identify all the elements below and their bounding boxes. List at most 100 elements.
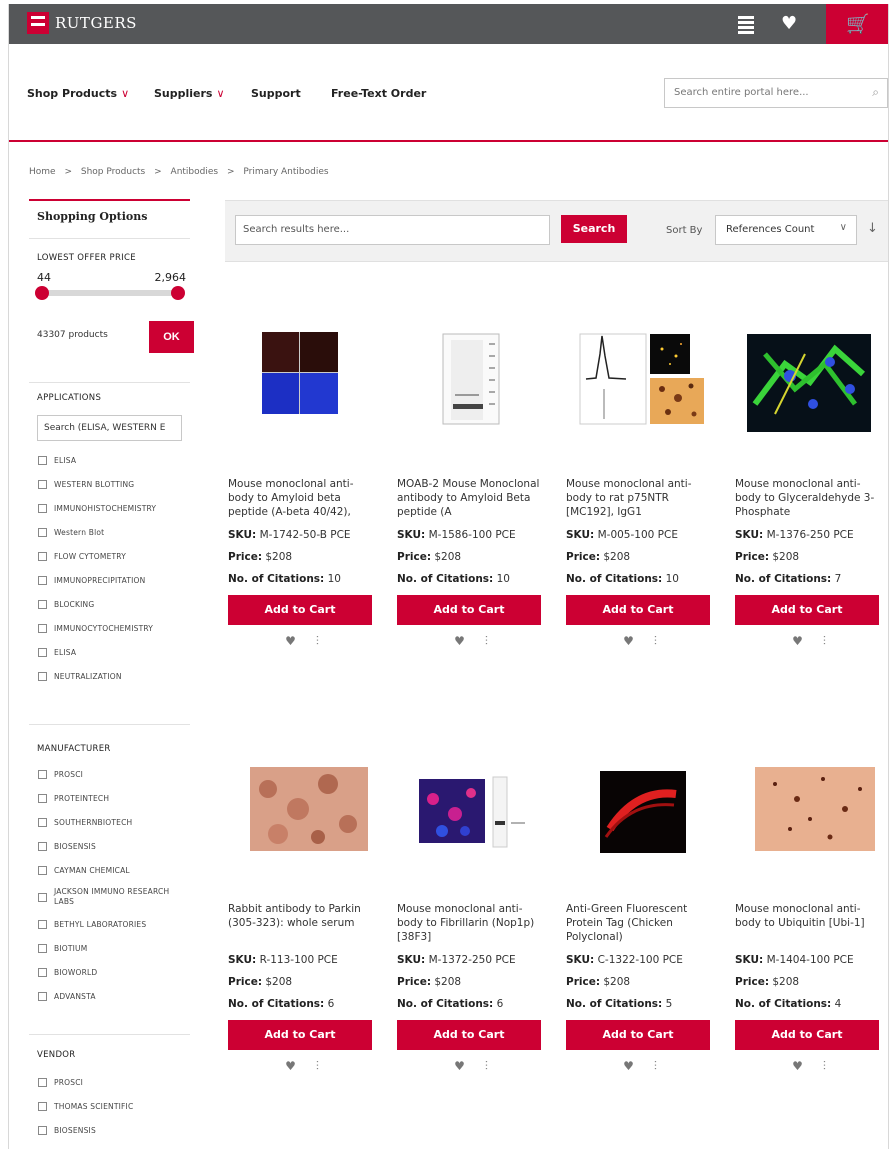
- applications-checkbox-row[interactable]: Western Blot: [29, 520, 190, 544]
- manufacturer-checkbox-row[interactable]: BIOSENSIS: [29, 834, 190, 858]
- price-slider-max-handle[interactable]: [171, 286, 185, 300]
- checkbox[interactable]: [38, 455, 47, 465]
- manufacturer-checkbox-row[interactable]: BETHYL LABORATORIES: [29, 912, 190, 936]
- applications-checkbox-row[interactable]: FLOW CYTOMETRY: [29, 544, 190, 568]
- checkbox[interactable]: [38, 575, 47, 585]
- checkbox[interactable]: [38, 769, 47, 779]
- add-to-cart-button[interactable]: Add to Cart: [228, 1020, 372, 1050]
- manufacturer-checkbox-row[interactable]: ADVANSTA: [29, 984, 190, 1008]
- compare-chart-icon[interactable]: ⫶: [485, 1059, 488, 1073]
- checkbox[interactable]: [38, 892, 47, 902]
- product-name-link[interactable]: Mouse monoclonal anti-body to Fibrillari…: [397, 902, 545, 948]
- applications-checkbox-row[interactable]: ELISA: [29, 448, 190, 472]
- add-to-cart-button[interactable]: Add to Cart: [566, 595, 710, 625]
- search-icon[interactable]: ⌕: [872, 85, 879, 100]
- vendor-checkbox-row[interactable]: PROSCI: [29, 1070, 190, 1094]
- checkbox[interactable]: [38, 865, 47, 875]
- checkbox[interactable]: [38, 841, 47, 851]
- list-icon[interactable]: [736, 14, 756, 34]
- checkbox[interactable]: [38, 1125, 47, 1135]
- product-name-link[interactable]: Mouse monoclonal anti-body to Ubiquitin …: [735, 902, 883, 948]
- applications-checkbox-row[interactable]: WESTERN BLOTTING: [29, 472, 190, 496]
- wishlist-heart-icon[interactable]: ♥: [454, 634, 465, 648]
- wishlist-heart-icon[interactable]: ♥: [781, 14, 801, 34]
- nav-support[interactable]: Support: [251, 87, 301, 100]
- compare-chart-icon[interactable]: ⫶: [316, 634, 319, 648]
- product-image[interactable]: [397, 719, 545, 869]
- nav-shop-products[interactable]: Shop Products ∨: [27, 87, 129, 100]
- applications-checkbox-row[interactable]: IMMUNOHISTOCHEMISTRY: [29, 496, 190, 520]
- wishlist-heart-icon[interactable]: ♥: [454, 1059, 465, 1073]
- applications-checkbox-row[interactable]: IMMUNOPRECIPITATION: [29, 568, 190, 592]
- product-name-link[interactable]: Mouse monoclonal anti-body to Amyloid be…: [228, 477, 376, 523]
- checkbox[interactable]: [38, 671, 47, 681]
- vendor-checkbox-row[interactable]: BIOSENSIS: [29, 1118, 190, 1142]
- price-slider-min-handle[interactable]: [35, 286, 49, 300]
- checkbox[interactable]: [38, 793, 47, 803]
- compare-chart-icon[interactable]: ⫶: [823, 634, 826, 648]
- checkbox[interactable]: [38, 623, 47, 633]
- wishlist-heart-icon[interactable]: ♥: [623, 1059, 634, 1073]
- checkbox[interactable]: [38, 991, 47, 1001]
- compare-chart-icon[interactable]: ⫶: [654, 1059, 657, 1073]
- product-name-link[interactable]: Rabbit antibody to Parkin (305-323): who…: [228, 902, 376, 948]
- add-to-cart-button[interactable]: Add to Cart: [228, 595, 372, 625]
- checkbox[interactable]: [38, 551, 47, 561]
- product-image[interactable]: [735, 719, 883, 869]
- compare-chart-icon[interactable]: ⫶: [823, 1059, 826, 1073]
- add-to-cart-button[interactable]: Add to Cart: [566, 1020, 710, 1050]
- applications-checkbox-row[interactable]: IMMUNOCYTOCHEMISTRY: [29, 616, 190, 640]
- rutgers-logo[interactable]: RUTGERS: [27, 12, 137, 34]
- add-to-cart-button[interactable]: Add to Cart: [397, 1020, 541, 1050]
- wishlist-heart-icon[interactable]: ♥: [285, 634, 296, 648]
- checkbox[interactable]: [38, 817, 47, 827]
- product-name-link[interactable]: Mouse monoclonal anti-body to Glyceralde…: [735, 477, 883, 523]
- breadcrumb-shop-products[interactable]: Shop Products: [81, 167, 145, 177]
- checkbox[interactable]: [38, 1077, 47, 1087]
- sort-direction-arrow-icon[interactable]: ↓: [867, 221, 878, 236]
- checkbox[interactable]: [38, 1101, 47, 1111]
- price-ok-button[interactable]: OK: [149, 321, 194, 353]
- add-to-cart-button[interactable]: Add to Cart: [735, 1020, 879, 1050]
- checkbox[interactable]: [38, 503, 47, 513]
- manufacturer-checkbox-row[interactable]: JACKSON IMMUNO RESEARCH LABS: [29, 882, 190, 912]
- breadcrumb-antibodies[interactable]: Antibodies: [171, 167, 219, 177]
- checkbox[interactable]: [38, 943, 47, 953]
- checkbox[interactable]: [38, 479, 47, 489]
- product-name-link[interactable]: Anti-Green Fluorescent Protein Tag (Chic…: [566, 902, 714, 948]
- checkbox[interactable]: [38, 967, 47, 977]
- wishlist-heart-icon[interactable]: ♥: [792, 634, 803, 648]
- product-name-link[interactable]: Mouse monoclonal anti-body to rat p75NTR…: [566, 477, 714, 523]
- portal-search-input[interactable]: Search entire portal here... ⌕: [664, 78, 888, 108]
- product-image[interactable]: [397, 294, 545, 444]
- manufacturer-checkbox-row[interactable]: CAYMAN CHEMICAL: [29, 858, 190, 882]
- checkbox[interactable]: [38, 647, 47, 657]
- price-slider[interactable]: [35, 286, 185, 300]
- checkbox[interactable]: [38, 527, 47, 537]
- product-image[interactable]: [735, 294, 883, 444]
- wishlist-heart-icon[interactable]: ♥: [623, 634, 634, 648]
- applications-checkbox-row[interactable]: NEUTRALIZATION: [29, 664, 190, 688]
- wishlist-heart-icon[interactable]: ♥: [792, 1059, 803, 1073]
- product-image[interactable]: [566, 294, 714, 444]
- product-image[interactable]: [228, 719, 376, 869]
- product-image[interactable]: [228, 294, 376, 444]
- compare-chart-icon[interactable]: ⫶: [654, 634, 657, 648]
- applications-search-input[interactable]: Search (ELISA, WESTERN E: [37, 415, 182, 441]
- product-name-link[interactable]: MOAB-2 Mouse Monoclonal antibody to Amyl…: [397, 477, 545, 523]
- vendor-checkbox-row[interactable]: THOMAS SCIENTIFIC: [29, 1094, 190, 1118]
- manufacturer-checkbox-row[interactable]: BIOTIUM: [29, 936, 190, 960]
- nav-suppliers[interactable]: Suppliers ∨: [154, 87, 225, 100]
- applications-checkbox-row[interactable]: BLOCKING: [29, 592, 190, 616]
- nav-free-text-order[interactable]: Free-Text Order: [331, 87, 426, 100]
- sort-select[interactable]: References Count ∨: [715, 215, 857, 245]
- breadcrumb-home[interactable]: Home: [29, 167, 56, 177]
- results-search-input[interactable]: Search results here...: [235, 215, 550, 245]
- manufacturer-checkbox-row[interactable]: PROTEINTECH: [29, 786, 190, 810]
- checkbox[interactable]: [38, 919, 47, 929]
- wishlist-heart-icon[interactable]: ♥: [285, 1059, 296, 1073]
- manufacturer-checkbox-row[interactable]: PROSCI: [29, 762, 190, 786]
- manufacturer-checkbox-row[interactable]: SOUTHERNBIOTECH: [29, 810, 190, 834]
- add-to-cart-button[interactable]: Add to Cart: [397, 595, 541, 625]
- applications-checkbox-row[interactable]: ELISA: [29, 640, 190, 664]
